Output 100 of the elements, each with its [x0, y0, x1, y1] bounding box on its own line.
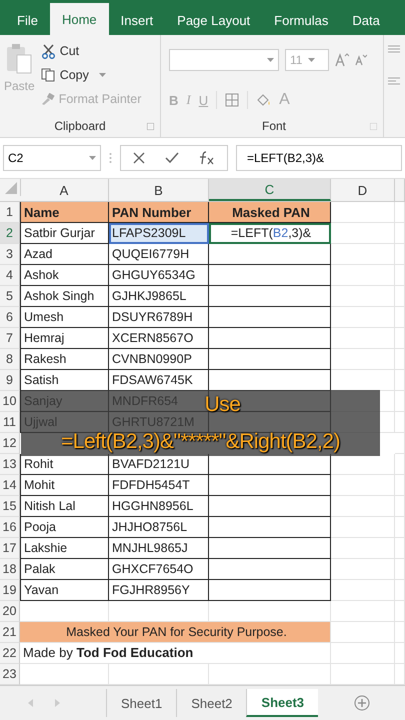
table-cell: FGJHR8956Y [109, 580, 209, 601]
row-header[interactable]: 8 [0, 349, 20, 370]
empty-cell [395, 517, 405, 538]
row-header[interactable]: 10 [0, 391, 20, 412]
sheet-tab[interactable]: Sheet1 [106, 689, 176, 717]
caption-formula: =Left(B2,3)&"*****"&Right(B2,2) [61, 431, 340, 453]
empty-cell [395, 286, 405, 307]
table-cell: Azad [20, 244, 109, 265]
ribbon-tab[interactable]: File [5, 5, 50, 35]
row-header[interactable]: 22 [0, 643, 20, 664]
header-cell: PAN Number [109, 202, 209, 223]
copy-button[interactable]: Copy [40, 65, 142, 85]
row-header[interactable]: 6 [0, 307, 20, 328]
scissors-icon [40, 44, 56, 58]
dialog-launcher-icon[interactable] [370, 123, 377, 130]
empty-cell [395, 601, 405, 622]
empty-cell [331, 643, 395, 664]
table-cell: Lakshie [20, 538, 109, 559]
ribbon-tab[interactable]: Formulas [262, 5, 340, 35]
row-header[interactable]: 23 [0, 664, 20, 685]
align-left-icon[interactable] [388, 77, 400, 85]
row-header[interactable]: 1 [0, 202, 20, 223]
row-header[interactable]: 13 [0, 454, 20, 475]
dropdown-icon [267, 58, 274, 62]
row-header[interactable]: 11 [0, 412, 20, 433]
sheet-tab[interactable]: Sheet3 [246, 689, 318, 717]
table-cell: Nitish Lal [20, 496, 109, 517]
dropdown-icon [308, 58, 316, 62]
row-header[interactable]: 9 [0, 370, 20, 391]
empty-cell [395, 265, 405, 286]
table-cell: FDFDH5454T [109, 475, 209, 496]
empty-cell [395, 307, 405, 328]
fill-bucket-icon[interactable] [256, 93, 272, 107]
empty-cell [395, 433, 405, 454]
empty-cell [395, 244, 405, 265]
row-header[interactable]: 18 [0, 559, 20, 580]
row-header[interactable]: 19 [0, 580, 20, 601]
table-cell: Palak [20, 559, 109, 580]
previous-sheet-icon[interactable] [28, 699, 34, 707]
ribbon-tab[interactable]: Insert [108, 5, 166, 35]
font-name-field[interactable] [169, 49, 279, 71]
table-cell: QUQEI6779H [109, 244, 209, 265]
cell-editor[interactable]: =LEFT(B2,3)& [209, 223, 331, 244]
row-header[interactable]: 16 [0, 517, 20, 538]
row-header[interactable]: 17 [0, 538, 20, 559]
ribbon-tab[interactable]: Data [340, 5, 392, 35]
row-header[interactable]: 15 [0, 496, 20, 517]
column-header[interactable]: C [209, 179, 331, 201]
name-box[interactable]: C2 [3, 145, 101, 171]
column-header[interactable]: D [331, 179, 395, 201]
row-header[interactable]: 4 [0, 265, 20, 286]
shrink-font-icon[interactable] [355, 54, 367, 66]
enter-check-icon[interactable] [165, 152, 179, 164]
dialog-launcher-icon[interactable] [147, 123, 154, 130]
table-cell: DSUYR6789H [109, 307, 209, 328]
table-cell: Ashok Singh [20, 286, 109, 307]
credit-text: Made by Tod Fod Education [20, 643, 331, 664]
header-cell: Masked PAN [209, 202, 331, 223]
borders-icon[interactable] [225, 93, 240, 107]
empty-cell [395, 559, 405, 580]
dropdown-icon [89, 156, 96, 160]
table-cell: CVNBN0990P [109, 349, 209, 370]
table-cell: Hemraj [20, 328, 109, 349]
add-sheet-icon[interactable] [354, 695, 370, 711]
empty-cell [331, 349, 395, 370]
table-cell: GJHKJ9865L [109, 286, 209, 307]
table-cell: Rakesh [20, 349, 109, 370]
row-header[interactable]: 21 [0, 622, 20, 643]
empty-cell [395, 496, 405, 517]
cut-button[interactable]: Cut [40, 41, 142, 61]
row-header[interactable]: 20 [0, 601, 20, 622]
row-header[interactable]: 5 [0, 286, 20, 307]
next-sheet-icon[interactable] [54, 699, 60, 707]
copy-icon [40, 68, 56, 82]
table-cell: LFAPS2309L [109, 223, 209, 244]
grow-font-icon[interactable] [335, 53, 349, 67]
cancel-icon[interactable] [133, 152, 145, 164]
insert-function-icon[interactable] [199, 151, 215, 165]
formula-field[interactable]: =LEFT(B2,3)& [236, 145, 402, 171]
row-header[interactable]: 7 [0, 328, 20, 349]
empty-cell [331, 244, 395, 265]
empty-cell [395, 328, 405, 349]
align-top-icon[interactable] [388, 45, 400, 53]
group-label: Clipboard [54, 119, 106, 133]
more-icon [109, 152, 112, 164]
table-cell: MNJHL9865J [109, 538, 209, 559]
row-header[interactable]: 14 [0, 475, 20, 496]
empty-cell [395, 643, 405, 664]
empty-cell [331, 307, 395, 328]
paintbrush-icon [40, 93, 55, 105]
empty-cell [395, 202, 405, 223]
empty-cell [395, 454, 405, 475]
column-header[interactable]: A [20, 179, 109, 201]
table-cell: HGGHN8956L [109, 496, 209, 517]
row-header[interactable]: 12 [0, 433, 20, 454]
ribbon-tab[interactable]: Page Layout [165, 5, 262, 35]
row-header[interactable]: 2 [0, 223, 20, 244]
row-header[interactable]: 3 [0, 244, 20, 265]
table-cell: JHJHO8756L [109, 517, 209, 538]
ribbon-tab[interactable]: Home [50, 3, 109, 35]
